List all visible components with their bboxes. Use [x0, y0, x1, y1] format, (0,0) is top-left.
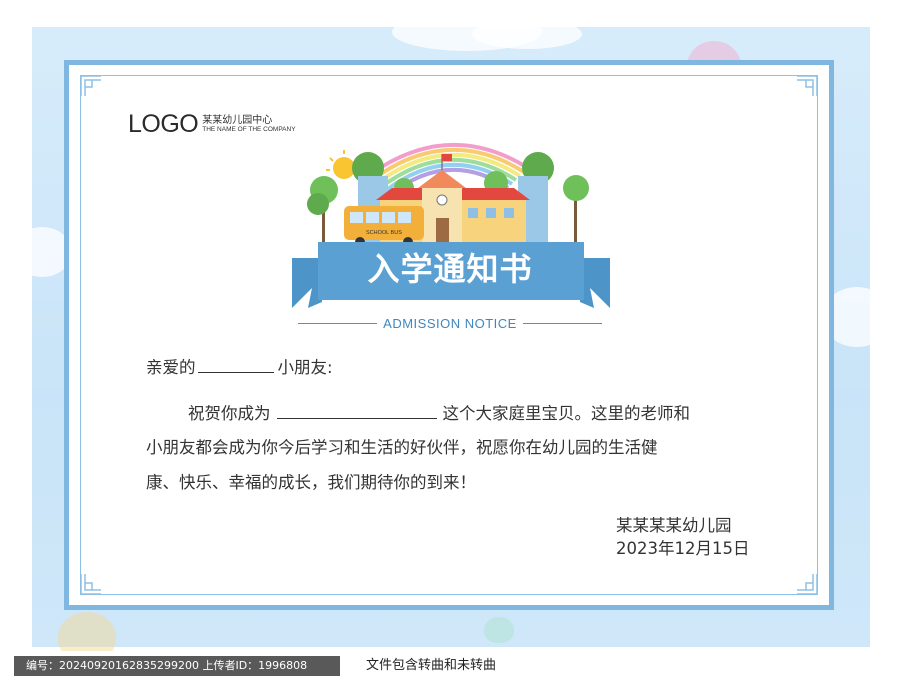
cloud — [12, 227, 72, 277]
balloon — [484, 617, 514, 643]
page-subtitle: ADMISSION NOTICE — [383, 316, 517, 331]
divider-right — [522, 322, 602, 325]
corner-ornament-bottom-left — [80, 574, 101, 595]
file-meta: 编号：20240920162835299200 上传者ID：1996808 — [14, 656, 340, 676]
logo-mark: LOGO — [128, 110, 199, 138]
divider-left — [298, 322, 378, 325]
logo-company-name-en: THE NAME OF THE COMPANY — [202, 126, 296, 134]
signature-org: 某某某某幼儿园 — [616, 516, 732, 535]
body-line-3: 康、快乐、幸福的成长，我们期待你的到来！ — [146, 473, 476, 492]
signature-date: 2023年12月15日 — [616, 539, 750, 558]
greeting-prefix: 亲爱的 — [146, 358, 196, 377]
name-blank — [197, 356, 274, 373]
logo-company-name: 某某幼儿园中心 — [202, 115, 273, 127]
greeting-line: 亲爱的 小朋友: — [146, 354, 333, 378]
corner-ornament-top-left — [80, 75, 101, 96]
svg-text:SCHOOL BUS: SCHOOL BUS — [366, 230, 402, 236]
greeting-suffix: 小朋友: — [277, 358, 333, 377]
subtitle-row: ADMISSION NOTICE — [298, 316, 602, 331]
file-note: 文件包含转曲和未转曲 — [366, 658, 497, 673]
corner-ornament-bottom-right — [797, 574, 818, 595]
corner-ornament-top-right — [797, 75, 818, 96]
body-line1-prefix: 祝贺你成为 — [188, 404, 271, 423]
body-line1-suffix: 这个大家庭里宝贝。这里的老师和 — [442, 404, 691, 423]
body-line-2: 小朋友都会成为你今后学习和生活的好伙伴，祝愿你在幼儿园的生活健 — [146, 438, 658, 457]
cloud — [472, 19, 582, 49]
body-line-1: 祝贺你成为 这个大家庭里宝贝。这里的老师和 — [188, 400, 690, 424]
page-title: 入学通知书 — [367, 250, 533, 288]
class-blank — [276, 402, 437, 419]
company-logo: LOGO 某某幼儿园中心 THE NAME OF THE COMPANY — [128, 110, 296, 139]
